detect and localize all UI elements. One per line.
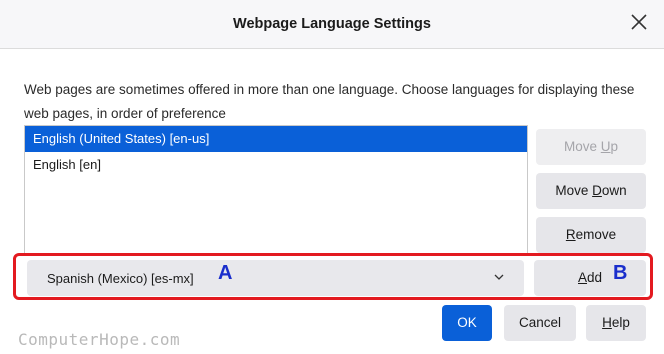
watermark-logo: ComputerHope.com (18, 330, 181, 349)
move-down-label-pre: Move (555, 183, 593, 198)
remove-accel: R (565, 227, 576, 242)
move-down-button[interactable]: Move Down (536, 173, 646, 209)
move-down-accel: D (592, 183, 602, 198)
annotation-highlight-box (13, 253, 653, 300)
move-up-label-post: p (610, 139, 619, 154)
move-up-label-pre: Move (563, 139, 601, 154)
help-button[interactable]: Help (586, 305, 646, 341)
dialog-title: Webpage Language Settings (233, 16, 431, 32)
dialog-description: Web pages are sometimes offered in more … (24, 82, 635, 121)
dialog-titlebar: Webpage Language Settings (0, 0, 664, 49)
help-label-post: elp (611, 315, 630, 330)
language-list[interactable]: English (United States) [en-us] English … (24, 125, 528, 255)
move-up-button[interactable]: Move Up (536, 129, 646, 165)
language-list-item[interactable]: English [en] (25, 152, 527, 178)
close-icon[interactable] (630, 13, 648, 31)
remove-button[interactable]: Remove (536, 217, 646, 253)
language-list-item[interactable]: English (United States) [en-us] (25, 126, 527, 152)
ok-button[interactable]: OK (442, 305, 492, 341)
move-down-label-post: own (601, 183, 627, 198)
help-accel: H (602, 315, 612, 330)
remove-label-post: emove (575, 227, 617, 242)
cancel-button[interactable]: Cancel (504, 305, 576, 341)
move-up-accel: U (600, 139, 611, 154)
